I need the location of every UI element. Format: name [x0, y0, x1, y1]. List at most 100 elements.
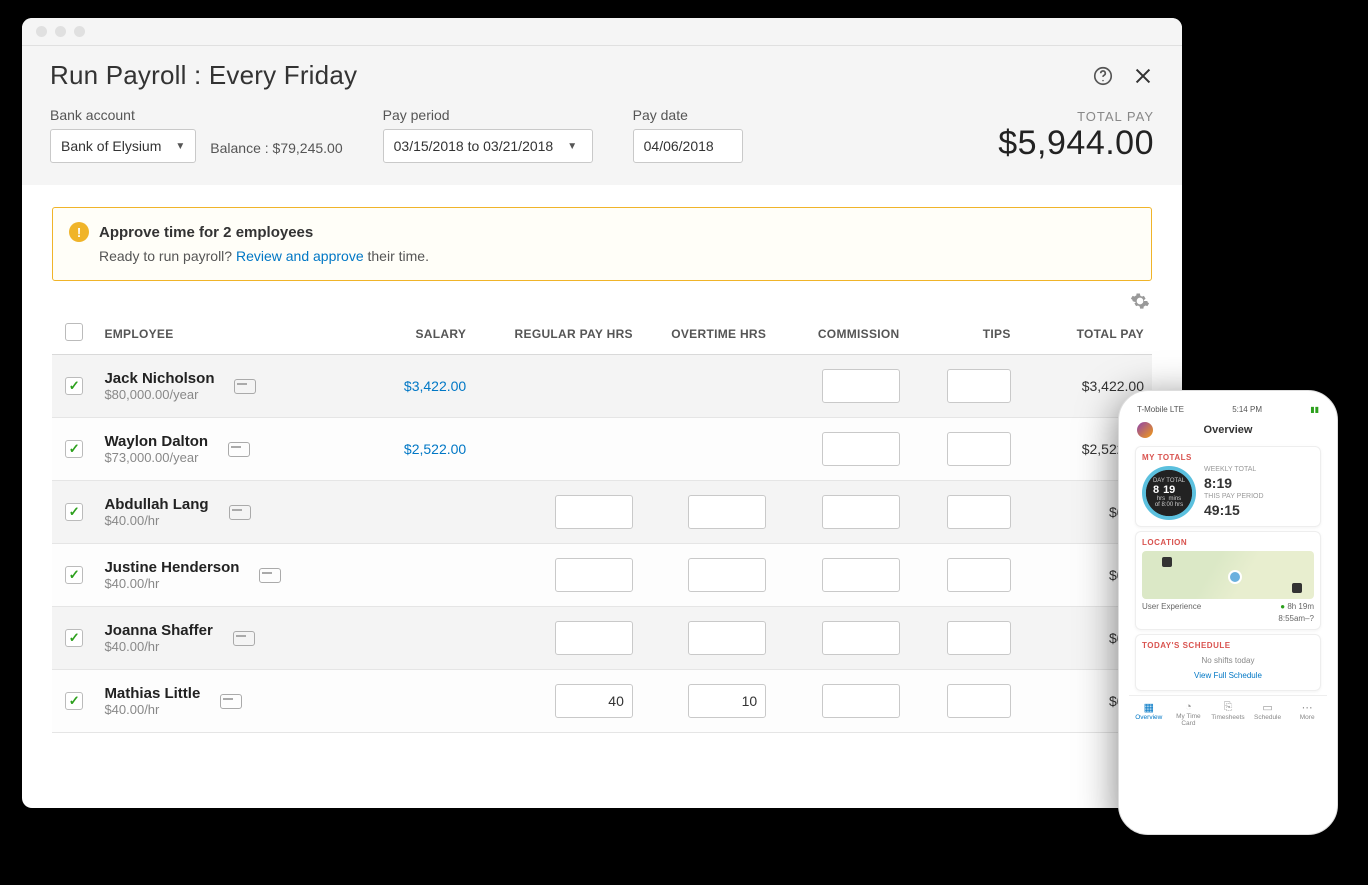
overtime-hrs-input[interactable] [688, 621, 766, 655]
phone-title: Overview [1161, 424, 1295, 436]
chevron-down-icon: ▼ [175, 141, 185, 152]
paycheck-icon[interactable] [220, 694, 242, 709]
row-checkbox[interactable] [65, 692, 83, 710]
pay-period-select[interactable]: 03/15/2018 to 03/21/2018 ▼ [383, 129, 593, 163]
bank-account-label: Bank account [50, 107, 196, 123]
employee-rate: $40.00/hr [104, 639, 212, 654]
page-title: Run Payroll : Every Friday [50, 60, 357, 91]
tips-input[interactable] [947, 558, 1011, 592]
view-full-schedule-link[interactable]: View Full Schedule [1142, 671, 1314, 684]
phone-tab-timesheets[interactable]: ⎘Timesheets [1208, 696, 1248, 732]
commission-input[interactable] [822, 558, 900, 592]
map-pin-icon [1228, 570, 1242, 584]
paycheck-icon[interactable] [229, 505, 251, 520]
map-marker-icon [1162, 557, 1172, 567]
salary-link[interactable]: $2,522.00 [404, 441, 466, 457]
alert-pre-text: Ready to run payroll? [99, 248, 236, 264]
approve-time-alert: ! Approve time for 2 employees Ready to … [52, 207, 1152, 281]
battery-icon: ▮▮ [1310, 405, 1319, 414]
bank-account-select[interactable]: Bank of Elysium ▼ [50, 129, 196, 163]
row-checkbox[interactable] [65, 629, 83, 647]
row-checkbox[interactable] [65, 503, 83, 521]
employee-name: Joanna Shaffer [104, 622, 212, 639]
close-icon[interactable] [1132, 65, 1154, 87]
help-icon[interactable] [1092, 65, 1114, 87]
row-checkbox[interactable] [65, 440, 83, 458]
overtime-hrs-input[interactable] [688, 495, 766, 529]
alert-post-text: their time. [364, 248, 429, 264]
review-approve-link[interactable]: Review and approve [236, 248, 364, 264]
phone-time: 5:14 PM [1232, 405, 1262, 414]
commission-input[interactable] [822, 369, 900, 403]
pay-date-value: 04/06/2018 [644, 138, 714, 154]
commission-input[interactable] [822, 684, 900, 718]
employee-name: Jack Nicholson [104, 370, 214, 387]
tips-input[interactable] [947, 684, 1011, 718]
pay-date-label: Pay date [633, 107, 743, 123]
day-total-ring: DAY TOTAL 8 19 hrs mins of 8:00 hrs [1142, 466, 1196, 520]
tips-input[interactable] [947, 369, 1011, 403]
phone-tab-my-time-card[interactable]: ◔My Time Card [1169, 696, 1209, 732]
location-timerange: 8:55am–? [1278, 614, 1314, 623]
paycheck-icon[interactable] [228, 442, 250, 457]
phone-tab-more[interactable]: ⋯More [1287, 696, 1327, 732]
overtime-hrs-input[interactable] [688, 684, 766, 718]
col-employee: EMPLOYEE [96, 313, 352, 355]
phone-tab-schedule[interactable]: ▭Schedule [1248, 696, 1288, 732]
paycheck-icon[interactable] [259, 568, 281, 583]
select-all-checkbox[interactable] [65, 323, 83, 341]
phone-tab-overview[interactable]: ▦Overview [1129, 696, 1169, 732]
table-row: Joanna Shaffer $40.00/hr $0.00 [52, 607, 1152, 670]
employee-rate: $80,000.00/year [104, 387, 214, 402]
gear-icon[interactable] [1130, 291, 1150, 311]
schedule-empty-text: No shifts today [1142, 650, 1314, 671]
traffic-light-min[interactable] [55, 26, 66, 37]
weekly-total-value: 8:19 [1204, 475, 1314, 491]
tips-input[interactable] [947, 432, 1011, 466]
phone-carrier: T-Mobile LTE [1137, 405, 1184, 414]
row-checkbox[interactable] [65, 566, 83, 584]
pay-period-value: 03/15/2018 to 03/21/2018 [394, 138, 554, 154]
avatar[interactable] [1137, 422, 1153, 438]
paycheck-icon[interactable] [233, 631, 255, 646]
pay-date-input[interactable]: 04/06/2018 [633, 129, 743, 163]
commission-input[interactable] [822, 621, 900, 655]
commission-input[interactable] [822, 495, 900, 529]
schedule-heading: TODAY'S SCHEDULE [1142, 641, 1314, 650]
traffic-light-max[interactable] [74, 26, 85, 37]
col-total: TOTAL PAY [1019, 313, 1152, 355]
overtime-hrs-input[interactable] [688, 558, 766, 592]
row-checkbox[interactable] [65, 377, 83, 395]
phone-tabbar: ▦Overview◔My Time Card⎘Timesheets▭Schedu… [1129, 695, 1327, 732]
weekly-total-label: WEEKLY TOTAL [1204, 466, 1314, 473]
commission-input[interactable] [822, 432, 900, 466]
pay-period-label: Pay period [383, 107, 593, 123]
salary-link[interactable]: $3,422.00 [404, 378, 466, 394]
col-salary: SALARY [352, 313, 474, 355]
employee-name: Waylon Dalton [104, 433, 208, 450]
employee-rate: $40.00/hr [104, 513, 208, 528]
location-map[interactable] [1142, 551, 1314, 599]
warning-icon: ! [69, 222, 89, 242]
regular-hrs-input[interactable] [555, 558, 633, 592]
table-row: Jack Nicholson $80,000.00/year $3,422.00… [52, 355, 1152, 418]
regular-hrs-input[interactable] [555, 495, 633, 529]
location-duration: 8h 19m [1287, 602, 1314, 611]
tips-input[interactable] [947, 621, 1011, 655]
regular-hrs-input[interactable] [555, 684, 633, 718]
table-row: Waylon Dalton $73,000.00/year $2,522.00 … [52, 418, 1152, 481]
bank-account-value: Bank of Elysium [61, 138, 161, 154]
alert-title: Approve time for 2 employees [99, 224, 313, 241]
employee-name: Abdullah Lang [104, 496, 208, 513]
location-name: User Experience [1142, 602, 1201, 611]
paycheck-icon[interactable] [234, 379, 256, 394]
traffic-light-close[interactable] [36, 26, 47, 37]
tips-input[interactable] [947, 495, 1011, 529]
total-pay-label: TOTAL PAY [998, 109, 1154, 124]
table-row: Justine Henderson $40.00/hr $0.00 [52, 544, 1152, 607]
regular-hrs-input[interactable] [555, 621, 633, 655]
mobile-preview: T-Mobile LTE 5:14 PM ▮▮ Overview MY TOTA… [1118, 390, 1338, 835]
my-totals-heading: MY TOTALS [1142, 453, 1314, 462]
pay-period-label: THIS PAY PERIOD [1204, 493, 1314, 500]
payroll-modal: Run Payroll : Every Friday Bank account … [22, 18, 1182, 808]
